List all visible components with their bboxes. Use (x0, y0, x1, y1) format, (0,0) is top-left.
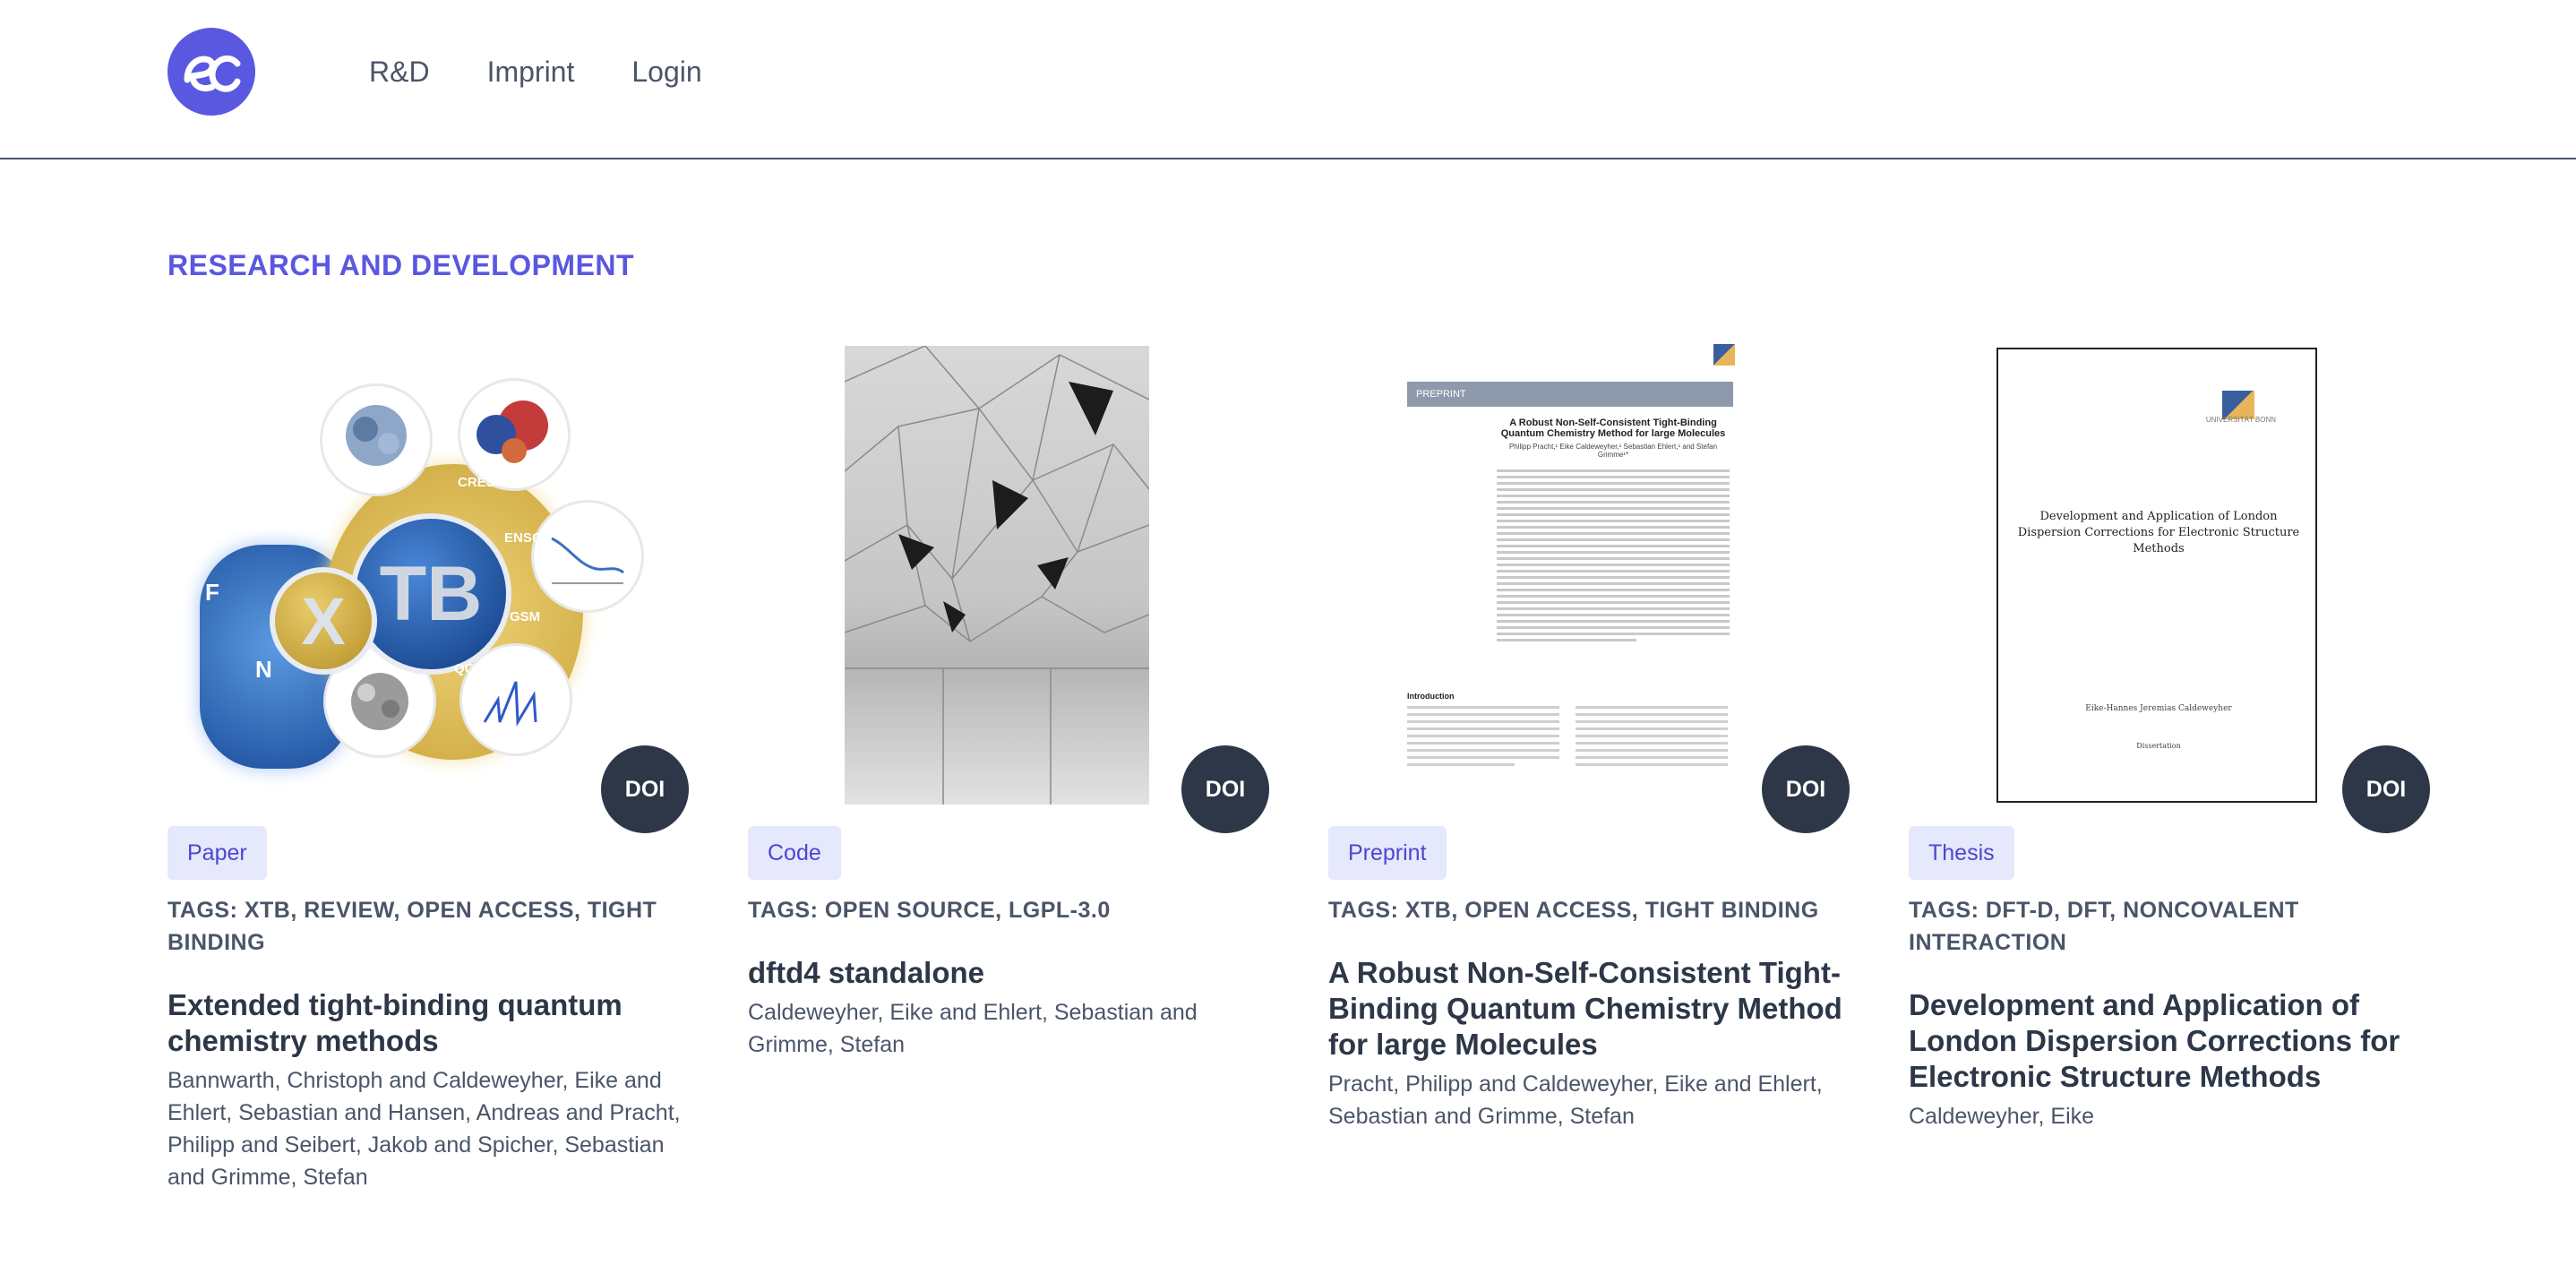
card-image[interactable]: TB X G F N CREST ENSO GSM QCEIMS (167, 340, 689, 806)
ec-logo[interactable] (167, 28, 255, 116)
type-badge[interactable]: Thesis (1909, 826, 2014, 880)
site-header: R&D Imprint Login (0, 0, 2576, 159)
preprint-bar: PREPRINT (1407, 382, 1733, 407)
preprint-bar-label: PREPRINT (1416, 389, 1466, 400)
doi-button[interactable]: DOI (2342, 745, 2430, 833)
section-title: RESEARCH AND DEVELOPMENT (167, 249, 635, 281)
card-authors: Pracht, Philipp and Caldeweyher, Eike an… (1328, 1072, 1823, 1129)
protein-bubble (320, 383, 433, 496)
gear-letter-g: G (255, 504, 274, 530)
publication-card: PREPRINT A Robust Non-Self-Consistent Ti… (1328, 340, 1850, 1129)
preprint-thumbnail: PREPRINT A Robust Non-Self-Consistent Ti… (1407, 344, 1739, 806)
card-title[interactable]: A Robust Non-Self-Consistent Tight-Bindi… (1328, 955, 1850, 1063)
type-badge[interactable]: Paper (167, 826, 267, 880)
thesis-cover-author: Eike-Hannes Jeremias Caldeweyher (2085, 704, 2232, 713)
tags-line: TAGS: DFT-D, DFT, NONCOVALENT INTERACTIO… (1909, 898, 2299, 955)
thesis-cover-type: Dissertation (2136, 742, 2181, 750)
publication-card: UNIVERSITÄT BONN Development and Applica… (1909, 340, 2430, 1129)
doi-button[interactable]: DOI (1181, 745, 1269, 833)
thesis-cover-title: Development and Application of London Di… (2017, 510, 2300, 555)
card-authors: Bannwarth, Christoph and Caldeweyher, Ei… (167, 1068, 681, 1190)
gear-word-gsm: GSM (510, 609, 541, 624)
card-body: A Robust Non-Self-Consistent Tight-Bindi… (1328, 955, 1850, 1132)
nav-rd-link[interactable]: R&D (369, 52, 430, 91)
preprint-abstract (1497, 469, 1730, 645)
preprint-title: A Robust Non-Self-Consistent Tight-Bindi… (1500, 417, 1726, 439)
x-emblem: X (270, 567, 377, 675)
nav-login-link[interactable]: Login (631, 52, 701, 91)
type-badge[interactable]: Code (748, 826, 841, 880)
tags-line: TAGS: XTB, OPEN ACCESS, TIGHT BINDING (1328, 898, 1819, 923)
card-title[interactable]: dftd4 standalone (748, 955, 1269, 991)
main-nav: R&D Imprint Login (369, 52, 702, 91)
card-authors: Caldeweyher, Eike and Ehlert, Sebastian … (748, 1000, 1198, 1057)
type-badge[interactable]: Preprint (1328, 826, 1447, 880)
architecture-photo (845, 346, 1149, 805)
card-authors: Caldeweyher, Eike (1909, 1104, 2095, 1129)
preprint-introduction-heading: Introduction (1407, 692, 1455, 701)
publication-card: DOI Code TAGS: OPEN SOURCE, LGPL-3.0 dft… (748, 340, 1269, 1057)
gear-word-enso: ENSO (504, 530, 543, 546)
card-body: Extended tight-binding quantum chemistry… (167, 987, 689, 1193)
card-body: Development and Application of London Di… (1909, 987, 2430, 1132)
card-title[interactable]: Extended tight-binding quantum chemistry… (167, 987, 689, 1059)
tags-line: TAGS: XTB, REVIEW, OPEN ACCESS, TIGHT BI… (167, 898, 657, 955)
doi-button[interactable]: DOI (1762, 745, 1850, 833)
university-logo (1713, 344, 1735, 366)
card-title[interactable]: Development and Application of London Di… (1909, 987, 2430, 1095)
gear-letter-n: N (255, 656, 272, 683)
gear-word-crest: CREST (458, 475, 503, 490)
thesis-cover: UNIVERSITÄT BONN Development and Applica… (1996, 348, 2317, 803)
card-body: dftd4 standalone Caldeweyher, Eike and E… (748, 955, 1269, 1061)
xtb-illustration: TB X G F N CREST ENSO GSM QCEIMS (180, 378, 644, 769)
card-image[interactable]: PREPRINT A Robust Non-Self-Consistent Ti… (1328, 340, 1850, 806)
card-image[interactable] (748, 340, 1269, 806)
tags-line: TAGS: OPEN SOURCE, LGPL-3.0 (748, 898, 1111, 923)
publication-card: TB X G F N CREST ENSO GSM QCEIMS DOI Pap… (167, 340, 689, 1190)
tb-emblem: TB (350, 513, 511, 675)
preprint-authors: Philipp Pracht,¹ Eike Caldeweyher,¹ Seba… (1508, 443, 1718, 459)
university-name: UNIVERSITÄT BONN (2205, 416, 2276, 424)
gear-word-qceims: QCEIMS (454, 661, 508, 676)
doi-button[interactable]: DOI (601, 745, 689, 833)
card-image[interactable]: UNIVERSITÄT BONN Development and Applica… (1909, 340, 2430, 806)
nav-imprint-link[interactable]: Imprint (487, 52, 575, 91)
gear-letter-f: F (205, 579, 219, 606)
plot-bubble (531, 500, 644, 613)
